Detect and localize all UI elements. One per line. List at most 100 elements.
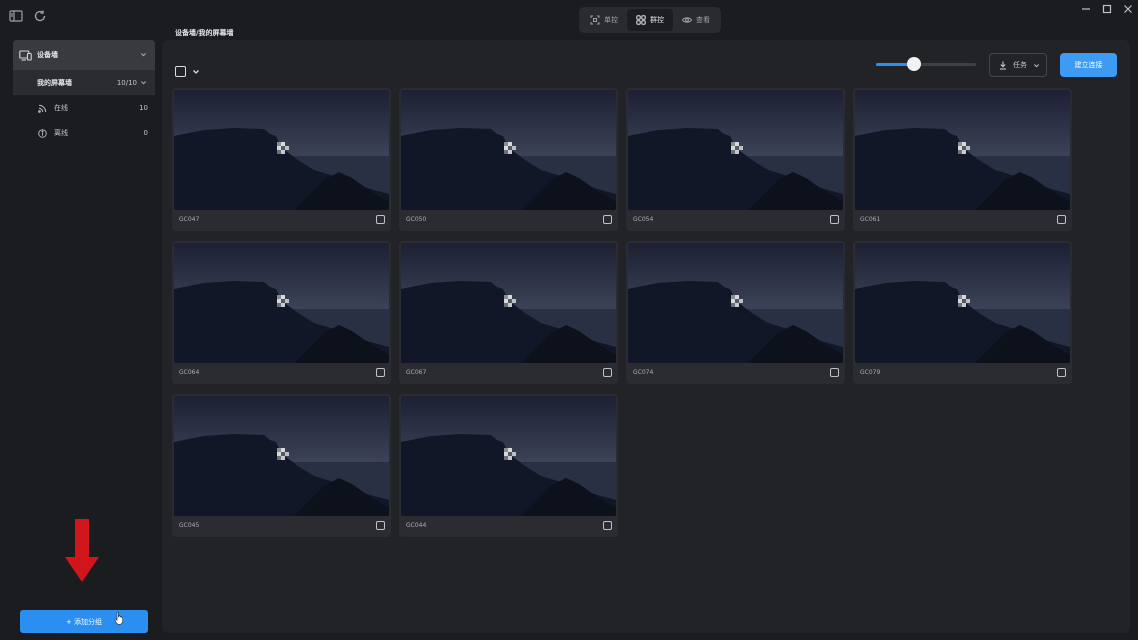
device-name: GC044 xyxy=(406,522,427,529)
tab-view[interactable]: 查看 xyxy=(673,9,719,31)
tab-view-label: 查看 xyxy=(696,16,710,24)
device-checkbox[interactable] xyxy=(376,215,385,224)
screen-thumbnail xyxy=(628,243,843,363)
chevron-down-icon xyxy=(140,81,147,85)
device-card-footer: GC047 xyxy=(174,210,389,229)
device-checkbox[interactable] xyxy=(830,215,839,224)
device-checkbox[interactable] xyxy=(603,368,612,377)
sidebar-group-my-wall[interactable]: 我的屏幕墙 10/10 xyxy=(13,70,155,95)
group-control-icon xyxy=(636,15,646,25)
single-control-icon xyxy=(590,15,600,25)
device-card[interactable]: GC047 xyxy=(172,88,391,231)
device-name: GC047 xyxy=(179,216,200,223)
info-offline-icon xyxy=(38,128,47,138)
select-all-checkbox[interactable] xyxy=(175,66,186,77)
device-card-footer: GC079 xyxy=(855,363,1070,382)
refresh-icon[interactable] xyxy=(33,9,47,23)
device-screen[interactable] xyxy=(401,396,616,516)
breadcrumb: 设备墙/我的屏幕墙 xyxy=(175,29,234,37)
device-card-footer: GC074 xyxy=(628,363,843,382)
mode-switcher: 单控 群控 查看 xyxy=(579,7,721,33)
chevron-down-icon xyxy=(1033,63,1040,67)
device-screen[interactable] xyxy=(401,90,616,210)
device-name: GC061 xyxy=(860,216,881,223)
screen-thumbnail xyxy=(401,396,616,516)
sidebar-toggle-icon[interactable] xyxy=(9,9,23,23)
task-dropdown-button[interactable]: 任务 xyxy=(989,53,1047,77)
device-card[interactable]: GC054 xyxy=(626,88,845,231)
screen-thumbnail xyxy=(401,243,616,363)
tab-single-control-label: 单控 xyxy=(604,16,618,24)
zoom-slider-thumb[interactable] xyxy=(907,57,921,71)
sidebar: 设备墙 我的屏幕墙 10/10 在线 10 离线 0 + 添加分组 xyxy=(0,34,162,640)
tab-group-control[interactable]: 群控 xyxy=(627,9,673,31)
screen-thumbnail xyxy=(855,90,1070,210)
screen-thumbnail xyxy=(174,396,389,516)
create-connection-button[interactable]: 建立连接 xyxy=(1060,53,1117,77)
device-name: GC064 xyxy=(179,369,200,376)
device-name: GC054 xyxy=(633,216,654,223)
rss-online-icon xyxy=(38,104,47,113)
device-name: GC067 xyxy=(406,369,427,376)
device-checkbox[interactable] xyxy=(1057,215,1066,224)
screen-thumbnail xyxy=(174,243,389,363)
device-card[interactable]: GC067 xyxy=(399,241,618,384)
device-card[interactable]: GC074 xyxy=(626,241,845,384)
device-screen[interactable] xyxy=(628,90,843,210)
tab-single-control[interactable]: 单控 xyxy=(581,9,627,31)
device-card[interactable]: GC079 xyxy=(853,241,1072,384)
device-checkbox[interactable] xyxy=(376,368,385,377)
screen-thumbnail xyxy=(401,90,616,210)
eye-icon xyxy=(682,17,692,23)
tab-group-control-label: 群控 xyxy=(650,16,664,24)
sidebar-header-label: 设备墙 xyxy=(37,51,58,59)
device-card[interactable]: GC064 xyxy=(172,241,391,384)
device-name: GC050 xyxy=(406,216,427,223)
device-card[interactable]: GC050 xyxy=(399,88,618,231)
app-window: 单控 群控 查看 设备墙 我的屏幕墙 10/10 在线 10 离线 0 + 添加… xyxy=(0,0,1138,640)
maximize-icon[interactable] xyxy=(1102,4,1112,14)
device-card[interactable]: GC045 xyxy=(172,394,391,537)
mouse-cursor-icon xyxy=(114,611,123,625)
zoom-slider[interactable] xyxy=(876,63,976,66)
annotation-arrow-icon xyxy=(65,519,99,582)
device-checkbox[interactable] xyxy=(376,521,385,530)
sidebar-item-count: 10 xyxy=(139,104,148,112)
device-screen[interactable] xyxy=(174,90,389,210)
screen-thumbnail xyxy=(174,90,389,210)
devices-icon xyxy=(19,49,32,61)
chevron-down-icon[interactable] xyxy=(192,68,200,76)
screen-thumbnail xyxy=(855,243,1070,363)
sidebar-device-wall-header[interactable]: 设备墙 xyxy=(13,40,155,70)
device-card[interactable]: GC061 xyxy=(853,88,1072,231)
device-card[interactable]: GC044 xyxy=(399,394,618,537)
device-card-footer: GC064 xyxy=(174,363,389,382)
sidebar-item-offline[interactable]: 离线 0 xyxy=(13,121,155,145)
task-label: 任务 xyxy=(1013,61,1027,69)
add-group-button[interactable]: + 添加分组 xyxy=(20,610,148,633)
device-checkbox[interactable] xyxy=(1057,368,1066,377)
screen-thumbnail xyxy=(628,90,843,210)
chevron-down-icon xyxy=(140,53,147,57)
device-screen[interactable] xyxy=(855,90,1070,210)
device-name: GC045 xyxy=(179,522,200,529)
close-icon[interactable] xyxy=(1123,4,1133,14)
device-card-footer: GC054 xyxy=(628,210,843,229)
device-screen[interactable] xyxy=(628,243,843,363)
device-card-footer: GC067 xyxy=(401,363,616,382)
device-screen[interactable] xyxy=(855,243,1070,363)
device-checkbox[interactable] xyxy=(603,521,612,530)
sidebar-item-online[interactable]: 在线 10 xyxy=(13,96,155,120)
device-card-footer: GC045 xyxy=(174,516,389,535)
sidebar-group-label: 我的屏幕墙 xyxy=(37,78,72,87)
device-screen[interactable] xyxy=(174,396,389,516)
device-name: GC079 xyxy=(860,369,881,376)
device-card-footer: GC061 xyxy=(855,210,1070,229)
device-checkbox[interactable] xyxy=(830,368,839,377)
device-screen[interactable] xyxy=(401,243,616,363)
minimize-icon[interactable] xyxy=(1081,4,1091,14)
download-icon xyxy=(1000,61,1006,70)
device-checkbox[interactable] xyxy=(603,215,612,224)
device-screen[interactable] xyxy=(174,243,389,363)
sidebar-item-label: 离线 xyxy=(54,129,68,137)
